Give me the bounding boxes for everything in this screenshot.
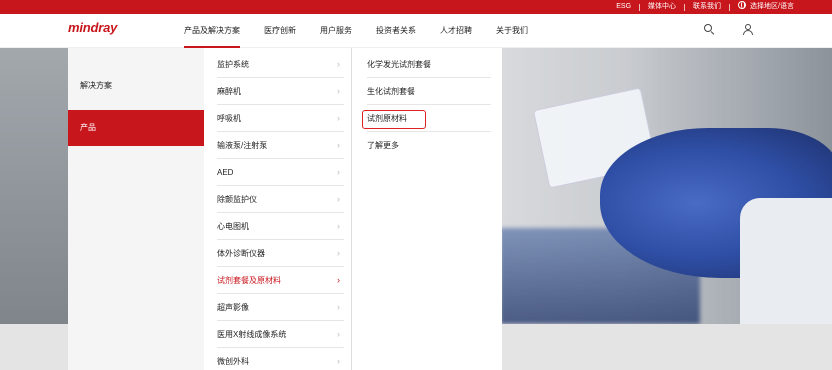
chevron-right-icon: ›: [337, 86, 340, 96]
menu-item-label: 微创外科: [217, 357, 249, 366]
menu-item-ventilator[interactable]: 呼吸机 ›: [217, 105, 344, 132]
chevron-right-icon: ›: [337, 248, 340, 258]
nav-user-service[interactable]: 用户服务: [308, 14, 364, 48]
menu-item-chemiluminescence-kits[interactable]: 化学发光试剂套餐: [367, 51, 491, 78]
chevron-right-icon: ›: [337, 356, 340, 366]
globe-icon: [738, 1, 747, 9]
main-nav: mindray 产品及解决方案 医疗创新 用户服务 投资者关系 人才招聘 关于我…: [0, 14, 832, 48]
menu-item-label: 医用X射线成像系统: [217, 330, 287, 339]
nav-icons: [704, 24, 753, 35]
chevron-right-icon: ›: [337, 194, 340, 204]
menu-item-infusion-pump[interactable]: 输液泵/注射泵 ›: [217, 132, 344, 159]
menu-item-defibrillator[interactable]: 除颤监护仪 ›: [217, 186, 344, 213]
menu-item-ecg[interactable]: 心电图机 ›: [217, 213, 344, 240]
chevron-right-icon: ›: [337, 113, 340, 123]
chevron-right-icon: ›: [337, 59, 340, 69]
esg-link[interactable]: ESG: [608, 0, 639, 14]
utility-links: ESG 媒体中心 联系我们 选择地区/语言: [608, 0, 802, 14]
menu-item-anesthesia[interactable]: 麻醉机 ›: [217, 78, 344, 105]
menu-item-label: 呼吸机: [217, 114, 241, 123]
chevron-right-icon: ›: [337, 275, 340, 285]
hero-left-region: [0, 48, 68, 324]
menu-item-label: 心电图机: [217, 222, 249, 231]
nav-about-us[interactable]: 关于我们: [484, 14, 540, 48]
menu-item-label: 监护系统: [217, 60, 249, 69]
mega-menu: 解决方案 产品 监护系统 › 麻醉机 › 呼吸机 › 输液泵/注射泵 › AED › 除颤…: [68, 48, 502, 370]
nav-products-solutions[interactable]: 产品及解决方案: [172, 14, 252, 48]
media-center-link[interactable]: 媒体中心: [640, 0, 684, 14]
menu-item-reagents[interactable]: 试剂套餐及原材料 ›: [217, 267, 344, 294]
menu-item-ivd-instruments[interactable]: 体外诊断仪器 ›: [217, 240, 344, 267]
chevron-right-icon: ›: [337, 329, 340, 339]
nav-medical-innovation[interactable]: 医疗创新: [252, 14, 308, 48]
chevron-right-icon: ›: [337, 221, 340, 231]
chevron-right-icon: ›: [337, 302, 340, 312]
user-icon[interactable]: [742, 24, 753, 35]
menu-products[interactable]: 产品: [68, 110, 204, 146]
menu-item-label: 超声影像: [217, 303, 249, 312]
contact-us-link[interactable]: 联系我们: [685, 0, 729, 14]
menu-item-label: 试剂套餐及原材料: [217, 276, 281, 285]
highlight-box: [362, 110, 426, 129]
menu-column-reagents: 化学发光试剂套餐 生化试剂套餐 试剂原材料 了解更多: [355, 48, 502, 370]
menu-item-minimally-invasive[interactable]: 微创外科 ›: [217, 348, 344, 370]
menu-item-xray[interactable]: 医用X射线成像系统 ›: [217, 321, 344, 348]
hero-lab-coat-sleeve: [740, 198, 832, 324]
nav-careers[interactable]: 人才招聘: [428, 14, 484, 48]
chevron-right-icon: ›: [337, 140, 340, 150]
menu-item-biochemistry-kits[interactable]: 生化试剂套餐: [367, 78, 491, 105]
menu-column-products: 监护系统 › 麻醉机 › 呼吸机 › 输液泵/注射泵 › AED › 除颤监护仪 › 心电图…: [204, 48, 352, 370]
menu-item-aed[interactable]: AED ›: [217, 159, 344, 186]
menu-item-label: 除颤监护仪: [217, 195, 257, 204]
menu-item-label: 体外诊断仪器: [217, 249, 265, 258]
region-language-link[interactable]: 选择地区/语言: [730, 0, 802, 14]
search-icon[interactable]: [704, 24, 714, 34]
menu-item-ultrasound[interactable]: 超声影像 ›: [217, 294, 344, 321]
menu-item-monitoring[interactable]: 监护系统 ›: [217, 51, 344, 78]
menu-item-learn-more[interactable]: 了解更多: [367, 132, 491, 159]
nav-items: 产品及解决方案 医疗创新 用户服务 投资者关系 人才招聘 关于我们: [172, 14, 540, 48]
chevron-right-icon: ›: [337, 167, 340, 177]
region-language-label: 选择地区/语言: [750, 3, 794, 10]
menu-item-label: 输液泵/注射泵: [217, 141, 268, 150]
menu-column-categories: 解决方案 产品: [68, 48, 204, 370]
menu-item-label: 麻醉机: [217, 87, 241, 96]
top-utility-bar: ESG 媒体中心 联系我们 选择地区/语言: [0, 0, 832, 14]
nav-investor-relations[interactable]: 投资者关系: [364, 14, 428, 48]
mindray-logo[interactable]: mindray: [68, 20, 117, 35]
menu-item-label: AED: [217, 168, 234, 177]
menu-solutions[interactable]: 解决方案: [68, 68, 204, 104]
